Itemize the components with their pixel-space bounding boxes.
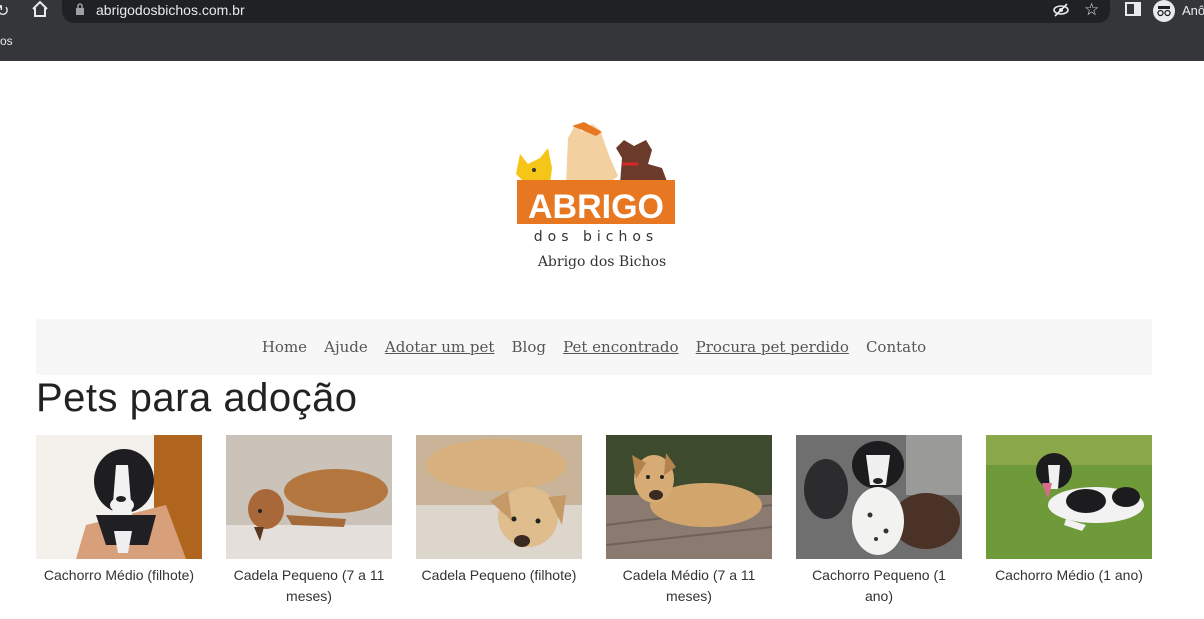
incognito-icon[interactable] xyxy=(1153,0,1175,26)
pet-caption[interactable]: Cadela Pequeno (7 a 11 meses) xyxy=(226,565,392,607)
eye-off-icon[interactable] xyxy=(1052,1,1070,21)
nav-procura-pet-perdido[interactable]: Procura pet perdido xyxy=(696,319,849,375)
pet-caption[interactable]: Cadela Médio (7 a 11 meses) xyxy=(606,565,772,607)
pet-card[interactable]: Cadela Médio (7 a 11 meses) xyxy=(606,435,772,607)
url-text[interactable]: abrigodosbichos.com.br xyxy=(96,2,245,18)
pet-photo[interactable] xyxy=(796,435,962,559)
pet-photo[interactable] xyxy=(416,435,582,559)
pet-caption[interactable]: Cachorro Médio (filhote) xyxy=(36,565,202,586)
bookmarks-bar: os xyxy=(0,24,1204,61)
nav-contato[interactable]: Contato xyxy=(866,319,926,375)
pet-card[interactable]: Cachorro Médio (1 ano) xyxy=(986,435,1152,586)
pet-photo[interactable] xyxy=(986,435,1152,559)
pet-caption[interactable]: Cachorro Médio (1 ano) xyxy=(986,565,1152,586)
nav-ajude[interactable]: Ajude xyxy=(324,319,368,375)
nav-adotar-um-pet[interactable]: Adotar um pet xyxy=(385,319,495,375)
pet-caption[interactable]: Cadela Pequeno (filhote) xyxy=(416,565,582,586)
bookmark-item[interactable]: os xyxy=(0,34,13,48)
pet-card[interactable]: Cachorro Médio (filhote) xyxy=(36,435,202,586)
site-title[interactable]: Abrigo dos Bichos xyxy=(0,254,1204,270)
nav-pet-encontrado[interactable]: Pet encontrado xyxy=(563,319,679,375)
pet-photo[interactable] xyxy=(606,435,772,559)
browser-chrome: ↻ abrigodosbichos.com.br ☆ Anô os xyxy=(0,0,1204,61)
logo-text: ABRIGO xyxy=(528,188,664,226)
star-icon[interactable]: ☆ xyxy=(1084,0,1099,20)
pet-caption[interactable]: Cachorro Pequeno (1 ano) xyxy=(796,565,962,607)
side-panel-icon[interactable] xyxy=(1125,1,1141,21)
lock-icon[interactable] xyxy=(75,3,85,15)
main-nav: Home Ajude Adotar um pet Blog Pet encont… xyxy=(36,319,1152,375)
nav-blog[interactable]: Blog xyxy=(512,319,546,375)
pet-photo[interactable] xyxy=(36,435,202,559)
site-logo[interactable]: ABRIGO dos bichos xyxy=(512,118,678,244)
page-title: Pets para adoção xyxy=(36,376,358,420)
reload-icon[interactable]: ↻ xyxy=(0,1,9,21)
nav-home[interactable]: Home xyxy=(262,319,307,375)
profile-name[interactable]: Anô xyxy=(1182,3,1204,18)
pet-card[interactable]: Cadela Pequeno (7 a 11 meses) xyxy=(226,435,392,607)
pet-card[interactable]: Cadela Pequeno (filhote) xyxy=(416,435,582,586)
pet-photo[interactable] xyxy=(226,435,392,559)
logo-subtext: dos bichos xyxy=(534,229,658,244)
home-icon[interactable] xyxy=(31,0,49,20)
pet-card[interactable]: Cachorro Pequeno (1 ano) xyxy=(796,435,962,607)
